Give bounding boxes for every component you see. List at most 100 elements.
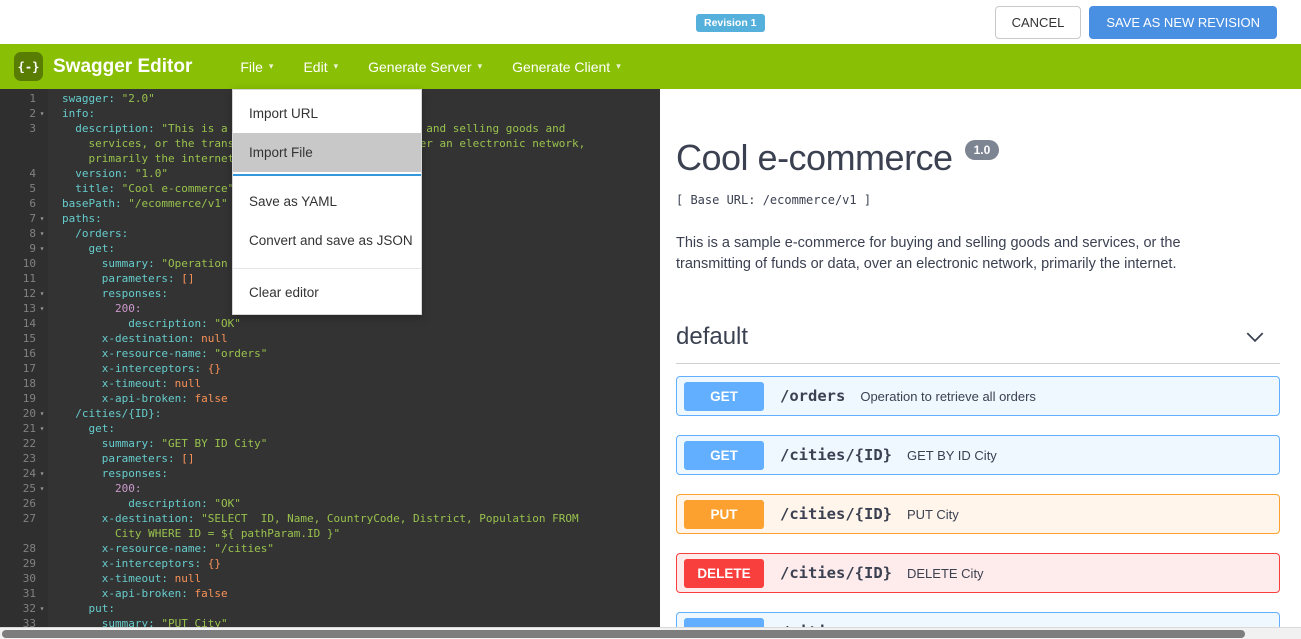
code-line[interactable]: 22 summary: "GET BY ID City"	[0, 436, 660, 451]
app-header: {-} Swagger Editor File▾Edit▾Generate Se…	[0, 44, 1301, 89]
main-content: 1swagger: "2.0"2▾info:3 description: "Th…	[0, 89, 1301, 627]
operation-row-get-orders[interactable]: GET/ordersOperation to retrieve all orde…	[676, 376, 1280, 416]
fold-arrow-icon[interactable]: ▾	[36, 481, 48, 496]
file-menu-item-import-file[interactable]: Import File	[233, 133, 421, 172]
code-line[interactable]: 23 parameters: []	[0, 451, 660, 466]
code-text: 200:	[48, 481, 141, 496]
menu-label: File	[240, 59, 263, 75]
code-text: title: "Cool e-commerce"	[48, 181, 234, 196]
code-text: description: "OK"	[48, 316, 241, 331]
code-text: x-destination: "SELECT ID, Name, Country…	[48, 511, 579, 526]
fold-arrow-icon[interactable]: ▾	[36, 226, 48, 241]
fold-spacer	[36, 376, 48, 391]
api-title-row: Cool e-commerce 1.0	[676, 137, 1280, 179]
fold-arrow-icon[interactable]: ▾	[36, 421, 48, 436]
fold-spacer	[36, 361, 48, 376]
menu-generate-client[interactable]: Generate Client ▾	[510, 53, 623, 81]
operation-summary: GET BY ID City	[907, 447, 997, 463]
line-number: 20	[0, 406, 36, 421]
fold-spacer	[36, 451, 48, 466]
line-number: 3	[0, 121, 36, 136]
line-number: 12	[0, 286, 36, 301]
code-text: x-api-broken: false	[48, 391, 228, 406]
code-line[interactable]: 32▾ put:	[0, 601, 660, 616]
code-line[interactable]: 33 summary: "PUT City"	[0, 616, 660, 627]
section-divider	[676, 363, 1280, 364]
code-line[interactable]: 19 x-api-broken: false	[0, 391, 660, 406]
api-docs-panel: Cool e-commerce 1.0 [ Base URL: /ecommer…	[660, 89, 1301, 627]
chevron-down-icon: ▾	[616, 61, 621, 72]
menu-file[interactable]: File▾	[238, 53, 275, 81]
fold-spacer	[36, 496, 48, 511]
code-line[interactable]: 31 x-api-broken: false	[0, 586, 660, 601]
menu-generate-server[interactable]: Generate Server▾	[366, 53, 484, 81]
fold-arrow-icon[interactable]: ▾	[36, 301, 48, 316]
code-line[interactable]: City WHERE ID = ${ pathParam.ID }"	[0, 526, 660, 541]
fold-arrow-icon[interactable]: ▾	[36, 466, 48, 481]
section-header-default[interactable]: default	[676, 323, 1280, 351]
line-number: 17	[0, 361, 36, 376]
file-menu-item-clear-editor[interactable]: Clear editor	[233, 273, 421, 312]
code-line[interactable]: 15 x-destination: null	[0, 331, 660, 346]
fold-spacer	[36, 181, 48, 196]
code-line[interactable]: 24▾ responses:	[0, 466, 660, 481]
menu-divider	[233, 174, 421, 176]
file-menu-item-save-as-yaml[interactable]: Save as YAML	[233, 182, 421, 221]
operation-summary: Operation to retrieve all orders	[860, 388, 1036, 404]
code-text: summary: "PUT City"	[48, 616, 228, 627]
fold-arrow-icon[interactable]: ▾	[36, 601, 48, 616]
code-text: swagger: "2.0"	[48, 91, 155, 106]
fold-arrow-icon[interactable]: ▾	[36, 211, 48, 226]
code-line[interactable]: 16 x-resource-name: "orders"	[0, 346, 660, 361]
operation-row-get-cities-id-[interactable]: GET/cities/{ID}GET BY ID City	[676, 435, 1280, 475]
code-line[interactable]: 27 x-destination: "SELECT ID, Name, Coun…	[0, 511, 660, 526]
code-text: parameters: []	[48, 271, 194, 286]
code-line[interactable]: 26 description: "OK"	[0, 496, 660, 511]
code-line[interactable]: 20▾ /cities/{ID}:	[0, 406, 660, 421]
code-line[interactable]: 29 x-interceptors: {}	[0, 556, 660, 571]
fold-spacer	[36, 121, 48, 136]
section-title: default	[676, 323, 748, 351]
code-line[interactable]: 30 x-timeout: null	[0, 571, 660, 586]
code-text: City WHERE ID = ${ pathParam.ID }"	[48, 526, 340, 541]
menu-edit[interactable]: Edit▾	[301, 53, 340, 81]
fold-arrow-icon[interactable]: ▾	[36, 286, 48, 301]
code-line[interactable]: 28 x-resource-name: "/cities"	[0, 541, 660, 556]
method-badge: PUT	[684, 500, 764, 529]
file-menu-item-convert-and-save-as-json[interactable]: Convert and save as JSON	[233, 221, 421, 260]
cancel-button[interactable]: CANCEL	[995, 6, 1082, 39]
fold-arrow-icon[interactable]: ▾	[36, 106, 48, 121]
operation-row-get-cities[interactable]: GET/citiesGET City	[676, 612, 1280, 627]
operation-summary: PUT City	[907, 506, 959, 522]
revision-badge: Revision 1	[696, 14, 765, 32]
code-line[interactable]: 25▾ 200:	[0, 481, 660, 496]
code-line[interactable]: 14 description: "OK"	[0, 316, 660, 331]
code-line[interactable]: 21▾ get:	[0, 421, 660, 436]
chevron-down-icon[interactable]	[1244, 326, 1266, 348]
fold-arrow-icon[interactable]: ▾	[36, 406, 48, 421]
scrollbar-thumb[interactable]	[2, 630, 1245, 638]
fold-spacer	[36, 436, 48, 451]
line-number: 7	[0, 211, 36, 226]
line-number: 26	[0, 496, 36, 511]
line-number: 23	[0, 451, 36, 466]
line-number: 16	[0, 346, 36, 361]
file-menu-item-import-url[interactable]: Import URL	[233, 94, 421, 133]
code-text: summary: "GET BY ID City"	[48, 436, 267, 451]
operation-row-put-cities-id-[interactable]: PUT/cities/{ID}PUT City	[676, 494, 1280, 534]
fold-spacer	[36, 391, 48, 406]
save-as-new-revision-button[interactable]: SAVE AS NEW REVISION	[1089, 6, 1277, 39]
menu-label: Generate Client	[512, 59, 610, 75]
code-text: put:	[48, 601, 115, 616]
topbar-actions: CANCEL SAVE AS NEW REVISION	[995, 6, 1301, 39]
line-number: 6	[0, 196, 36, 211]
fold-spacer	[36, 526, 48, 541]
operation-row-delete-cities-id-[interactable]: DELETE/cities/{ID}DELETE City	[676, 553, 1280, 593]
fold-arrow-icon[interactable]: ▾	[36, 241, 48, 256]
horizontal-scrollbar[interactable]	[0, 627, 1301, 639]
line-number: 31	[0, 586, 36, 601]
menu-bar: File▾Edit▾Generate Server▾Generate Clien…	[238, 53, 622, 81]
code-line[interactable]: 18 x-timeout: null	[0, 376, 660, 391]
code-line[interactable]: 17 x-interceptors: {}	[0, 361, 660, 376]
operation-path: /orders	[780, 387, 845, 405]
